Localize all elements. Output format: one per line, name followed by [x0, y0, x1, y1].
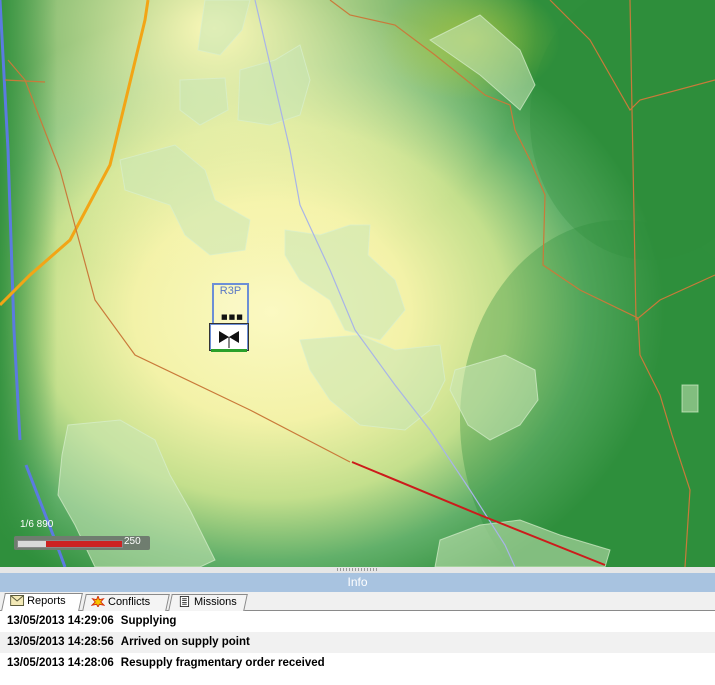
unit-code: R3P: [219, 285, 242, 297]
document-icon: [179, 595, 190, 607]
map-unit[interactable]: R3P ■■■: [209, 283, 251, 353]
report-time: 13/05/2013 14:29:06: [7, 615, 114, 627]
scale-ratio: 1/6 890: [20, 519, 54, 530]
tab-strip: Reports Conflicts Missions: [0, 592, 715, 611]
map-scale: 1/6 890 250: [14, 519, 150, 551]
tab-missions[interactable]: Missions: [168, 594, 248, 611]
tab-conflicts[interactable]: Conflicts: [82, 594, 170, 611]
tab-label: Missions: [194, 596, 237, 608]
terrain-map: [0, 0, 715, 567]
report-row[interactable]: 13/05/2013 14:28:56 Arrived on supply poi…: [0, 632, 715, 653]
supply-unit-icon: [219, 331, 239, 348]
scale-value: 250: [124, 536, 141, 547]
tab-label: Reports: [27, 595, 66, 607]
tab-label: Conflicts: [108, 596, 151, 608]
tab-reports[interactable]: Reports: [1, 593, 83, 611]
unit-status-bar: [211, 349, 247, 352]
info-panel: Info Reports Conflicts Missions 13/05/20…: [0, 567, 715, 685]
report-list: 13/05/2013 14:29:06 Supplying 13/05/2013 …: [0, 611, 715, 674]
unit-echelon-marker: ■■■: [221, 313, 244, 321]
unit-symbol: [209, 323, 249, 351]
report-time: 13/05/2013 14:28:56: [7, 636, 114, 648]
report-message: Arrived on supply point: [120, 636, 250, 648]
scale-fill: [46, 541, 122, 547]
report-time: 13/05/2013 14:28:06: [7, 657, 114, 669]
report-message: Supplying: [120, 615, 177, 627]
envelope-icon: [10, 594, 25, 606]
report-message: Resupply fragmentary order received: [120, 657, 325, 669]
report-row[interactable]: 13/05/2013 14:29:06 Supplying: [0, 611, 715, 632]
splitter-grip[interactable]: [337, 568, 377, 571]
map-view[interactable]: R3P ■■■ 1/6 890 250: [0, 0, 715, 567]
scale-bar: 250: [14, 536, 150, 550]
scale-track: [17, 540, 123, 548]
panel-title: Info: [0, 573, 715, 592]
report-row[interactable]: 13/05/2013 14:28:06 Resupply fragmentary …: [0, 653, 715, 674]
explosion-icon: [90, 594, 106, 608]
